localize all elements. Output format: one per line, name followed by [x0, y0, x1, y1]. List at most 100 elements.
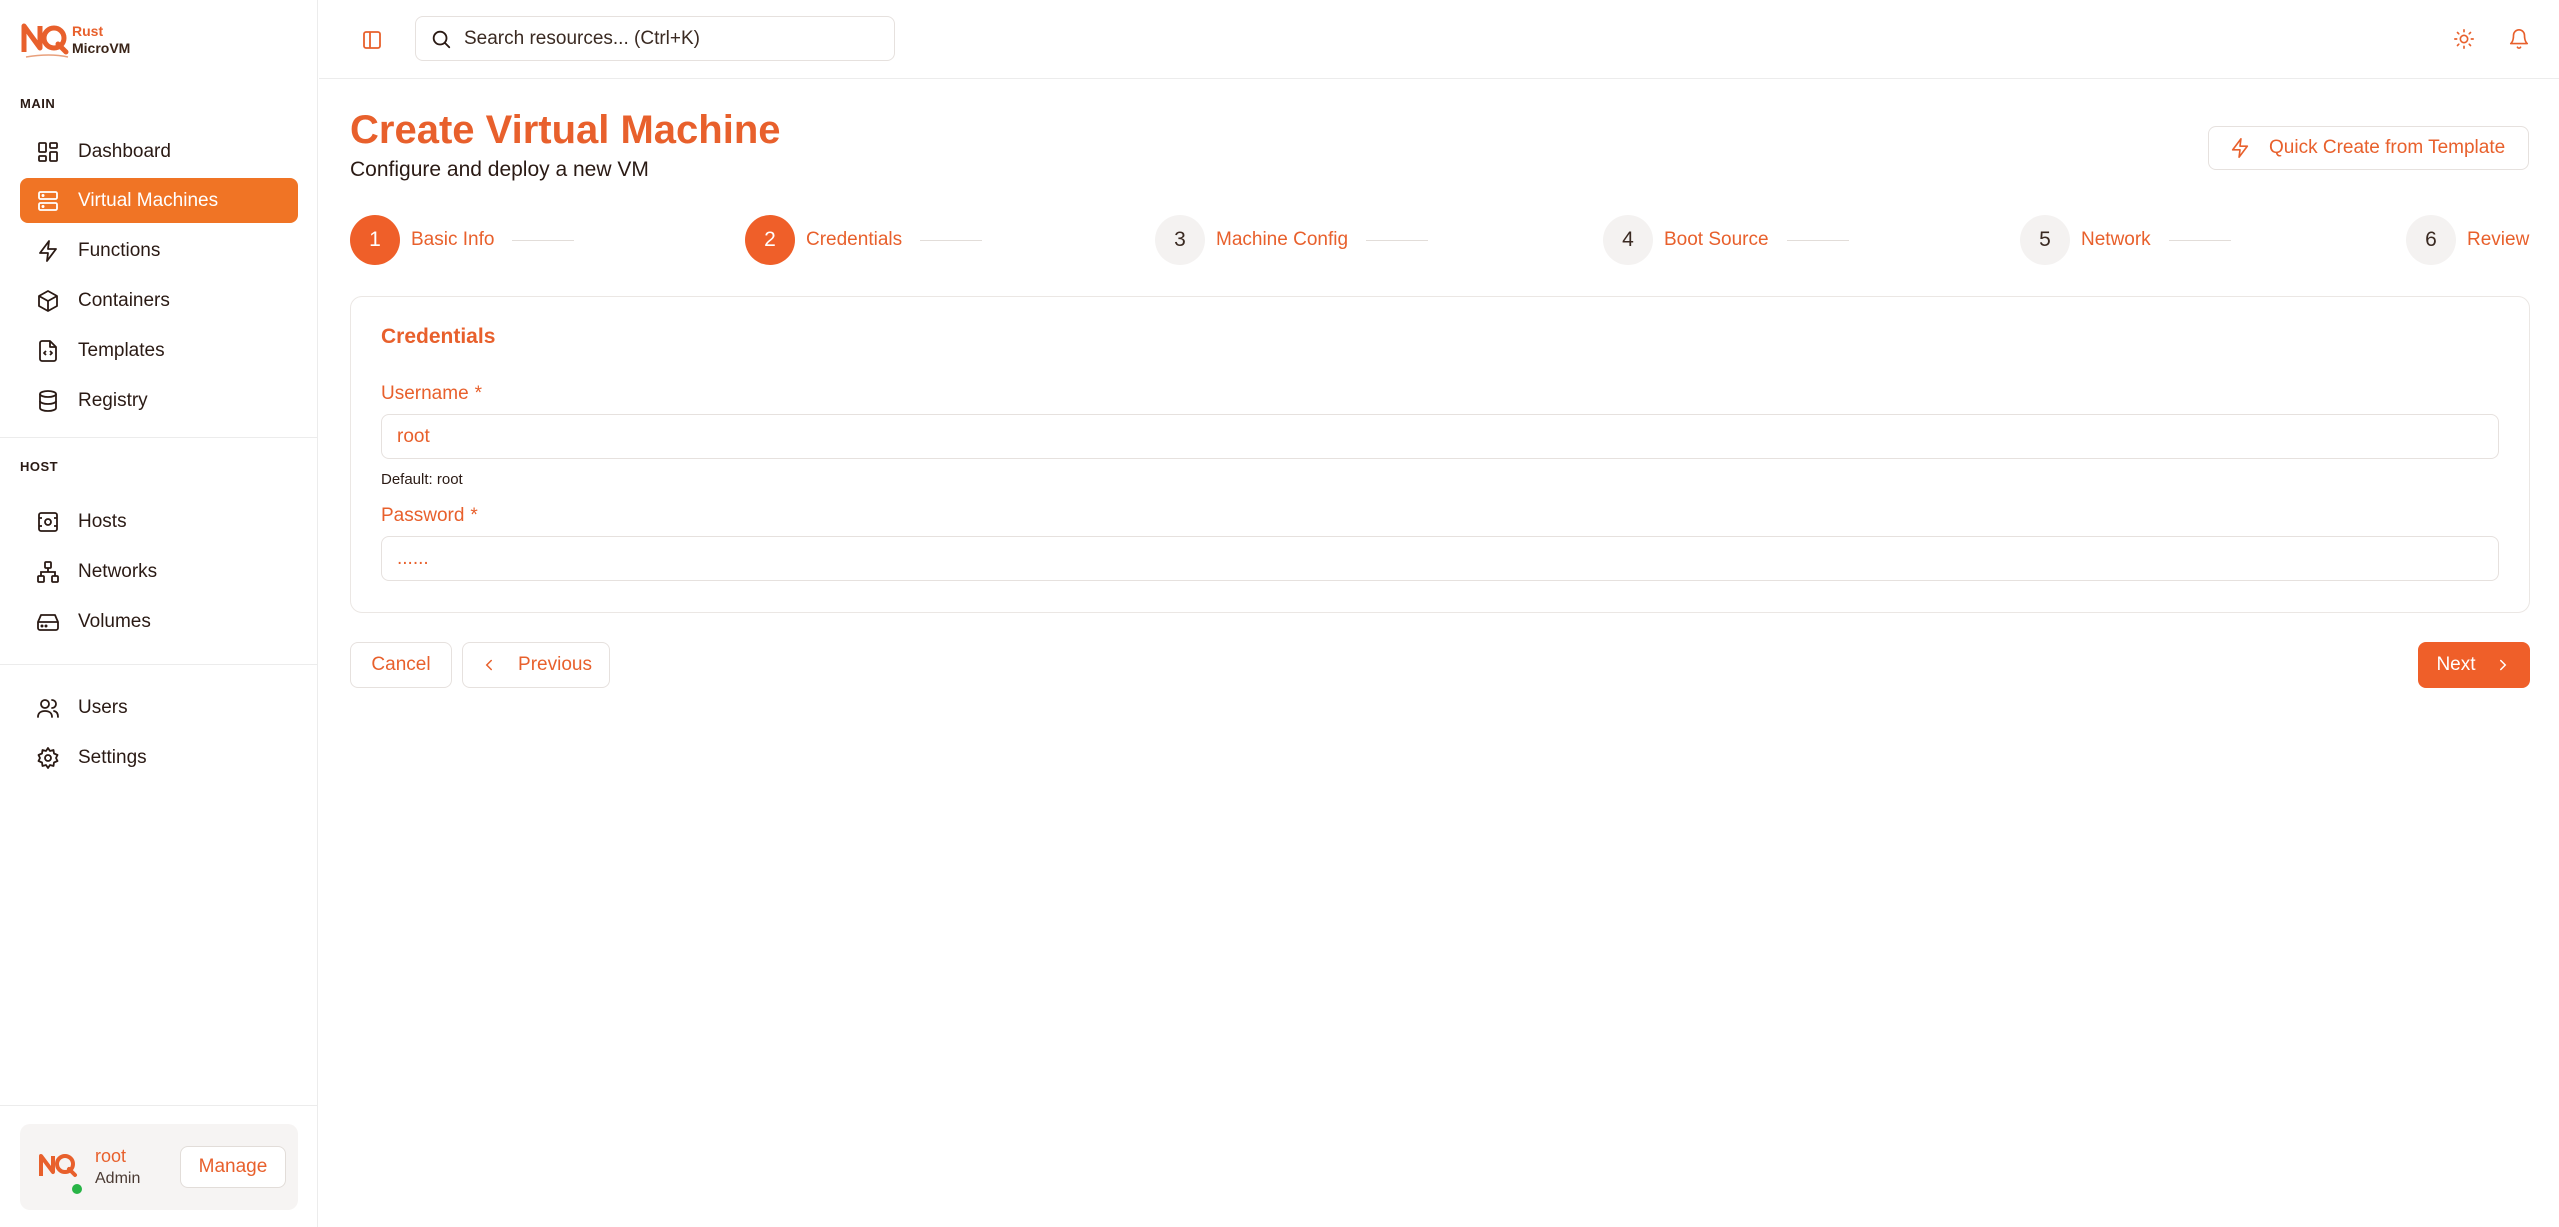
sidebar-item-templates[interactable]: Templates: [20, 328, 298, 373]
topbar: [319, 0, 2559, 79]
sidebar-item-label: Registry: [78, 389, 148, 411]
search-box[interactable]: [415, 16, 895, 61]
sidebar-item-virtual-machines[interactable]: Virtual Machines: [20, 178, 298, 223]
page-title: Create Virtual Machine: [350, 108, 781, 152]
section-label-host: HOST: [20, 459, 59, 474]
search-input[interactable]: [464, 27, 884, 50]
username-hint: Default: root: [381, 471, 463, 488]
step-machine-config[interactable]: 3 Machine Config: [1155, 215, 1429, 265]
password-label-text: Password: [381, 505, 465, 526]
sidebar-item-dashboard[interactable]: Dashboard: [20, 129, 298, 174]
sidebar-item-label: Settings: [78, 746, 147, 768]
sidebar-toggle-icon[interactable]: [360, 28, 384, 52]
sidebar-item-label: Functions: [78, 239, 161, 261]
step-credentials[interactable]: 2 Credentials: [745, 215, 983, 265]
avatar: [39, 1154, 77, 1177]
password-label: Password *: [381, 505, 478, 527]
step-basic-info[interactable]: 1 Basic Info: [350, 215, 575, 265]
previous-label: Previous: [518, 654, 592, 675]
sidebar-item-functions[interactable]: Functions: [20, 228, 298, 273]
step-number: 6: [2406, 215, 2456, 265]
sidebar-divider: [0, 1105, 318, 1106]
box-icon: [36, 289, 60, 313]
logo-line2: MicroVM: [72, 40, 131, 56]
sidebar-item-label: Users: [78, 696, 128, 718]
theme-toggle-sun-icon[interactable]: [2451, 26, 2477, 52]
host-icon: [36, 510, 60, 534]
step-number: 3: [1155, 215, 1205, 265]
sidebar-item-label: Dashboard: [78, 140, 171, 162]
chevron-right-icon: [2499, 659, 2506, 671]
lightning-icon: [36, 239, 60, 263]
user-card: root Admin Manage: [20, 1124, 298, 1210]
step-label: Network: [2081, 229, 2151, 250]
sidebar: Rust MicroVM MAIN Dashboard Virtual Mach…: [0, 0, 318, 1227]
chevron-left-icon: [485, 659, 493, 671]
user-name: root: [95, 1146, 127, 1166]
sidebar-item-label: Virtual Machines: [78, 189, 219, 211]
lightning-icon: [2231, 138, 2249, 158]
network-icon: [36, 560, 60, 584]
step-number: 4: [1603, 215, 1653, 265]
quick-create-label: Quick Create from Template: [2269, 137, 2506, 158]
hard-drive-icon: [36, 610, 60, 634]
cancel-button[interactable]: Cancel: [350, 642, 452, 688]
next-label: Next: [2436, 654, 2476, 675]
sidebar-item-volumes[interactable]: Volumes: [20, 599, 298, 644]
server-icon: [36, 189, 60, 213]
logo-text: Rust MicroVM: [72, 23, 130, 57]
username-label-text: Username: [381, 383, 469, 404]
step-review[interactable]: 6 Review: [2406, 215, 2529, 265]
step-connector: [1786, 239, 1849, 241]
previous-button[interactable]: Previous: [462, 642, 610, 688]
sidebar-item-containers[interactable]: Containers: [20, 278, 298, 323]
step-boot-source[interactable]: 4 Boot Source: [1603, 215, 1849, 265]
sidebar-divider: [0, 664, 318, 665]
sidebar-item-hosts[interactable]: Hosts: [20, 499, 298, 544]
required-mark: *: [470, 505, 478, 526]
search-icon: [432, 30, 451, 48]
step-label: Basic Info: [411, 229, 495, 250]
sidebar-item-label: Templates: [78, 339, 165, 361]
sidebar-item-label: Hosts: [78, 510, 127, 532]
card-title: Credentials: [381, 325, 496, 348]
username-label: Username *: [381, 383, 482, 405]
sidebar-divider: [0, 437, 318, 438]
manage-button[interactable]: Manage: [180, 1146, 286, 1188]
sidebar-item-settings[interactable]: Settings: [20, 735, 298, 780]
logo[interactable]: Rust MicroVM: [20, 18, 130, 62]
credentials-card: Credentials Username* Default: root Pass…: [350, 296, 2530, 613]
sidebar-item-label: Networks: [78, 560, 158, 582]
next-button[interactable]: Next: [2418, 642, 2530, 688]
logo-mark-icon: [21, 23, 69, 58]
step-label: Review: [2467, 229, 2530, 250]
step-number: 1: [350, 215, 400, 265]
notifications-bell-icon[interactable]: [2506, 26, 2532, 52]
user-role: Admin: [95, 1170, 141, 1187]
sidebar-item-label: Volumes: [78, 610, 151, 632]
sidebar-item-users[interactable]: Users: [20, 685, 298, 730]
step-connector: [512, 239, 575, 241]
step-label: Machine Config: [1216, 229, 1349, 250]
username-field[interactable]: [381, 414, 2499, 459]
step-label: Credentials: [806, 229, 903, 250]
sidebar-item-label: Containers: [78, 289, 170, 311]
sidebar-item-registry[interactable]: Registry: [20, 378, 298, 423]
page-subtitle: Configure and deploy a new VM: [350, 158, 649, 181]
file-code-icon: [36, 339, 60, 363]
step-connector: [1366, 239, 1429, 241]
step-number: 2: [745, 215, 795, 265]
dashboard-icon: [36, 140, 60, 164]
users-icon: [36, 696, 60, 720]
step-number: 5: [2020, 215, 2070, 265]
sidebar-item-networks[interactable]: Networks: [20, 549, 298, 594]
step-label: Boot Source: [1664, 229, 1769, 250]
password-field[interactable]: [381, 536, 2499, 581]
step-connector: [920, 239, 983, 241]
logo-line1: Rust: [72, 23, 104, 39]
step-connector: [2168, 239, 2231, 241]
database-icon: [36, 389, 60, 413]
quick-create-template-button[interactable]: Quick Create from Template: [2208, 126, 2529, 170]
step-network[interactable]: 5 Network: [2020, 215, 2231, 265]
online-status-dot: [70, 1182, 84, 1196]
